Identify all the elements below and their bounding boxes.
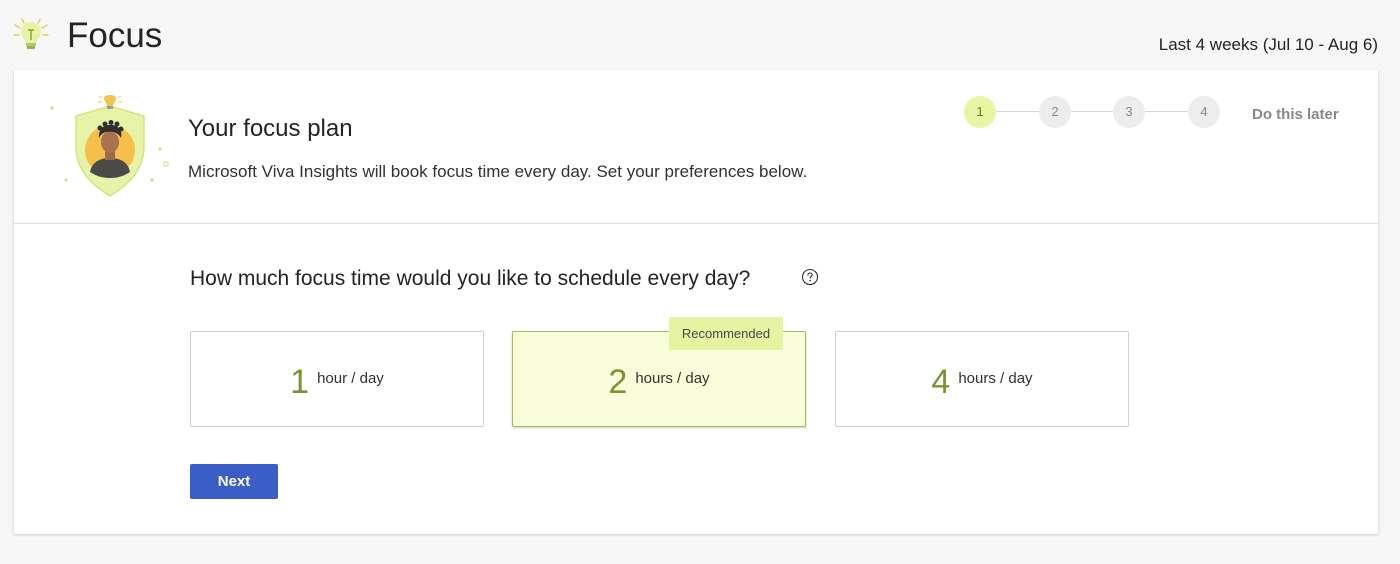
person-shield-illustration: [50, 95, 169, 197]
recommended-badge: Recommended: [669, 317, 783, 350]
plan-header: Your focus plan Microsoft Viva Insights …: [14, 70, 1378, 224]
option-unit: hours / day: [635, 370, 710, 387]
step-2: 2: [1039, 96, 1071, 128]
app-header: Focus Last 4 weeks (Jul 10 - Aug 6): [0, 0, 1400, 70]
stepper-line: [980, 111, 1204, 112]
focus-plan-card: Your focus plan Microsoft Viva Insights …: [14, 70, 1378, 534]
option-number: 2: [608, 363, 628, 401]
plan-description: Microsoft Viva Insights will book focus …: [188, 162, 808, 181]
date-range-label: Last 4 weeks (Jul 10 - Aug 6): [1158, 35, 1378, 54]
option-number: 4: [931, 363, 951, 401]
focus-time-question: How much focus time would you like to sc…: [190, 267, 751, 290]
option-unit: hours / day: [958, 370, 1033, 387]
option-unit: hour / day: [317, 370, 384, 387]
option-number: 1: [290, 363, 310, 401]
question-circle-icon[interactable]: [801, 268, 819, 286]
do-this-later-link[interactable]: Do this later: [1252, 106, 1339, 124]
step-4: 4: [1188, 96, 1220, 128]
option-1-hour[interactable]: 1 hour / day: [190, 331, 484, 427]
page-title: Focus: [67, 16, 163, 55]
progress-stepper: 1 2 3 4: [964, 96, 1224, 128]
option-4-hours[interactable]: 4 hours / day: [835, 331, 1129, 427]
option-2-hours[interactable]: Recommended 2 hours / day: [512, 317, 806, 427]
lightbulb-icon: [13, 18, 49, 49]
step-3: 3: [1113, 96, 1145, 128]
step-1: 1: [964, 96, 996, 128]
next-button[interactable]: Next: [190, 464, 278, 499]
plan-title: Your focus plan: [188, 115, 353, 142]
